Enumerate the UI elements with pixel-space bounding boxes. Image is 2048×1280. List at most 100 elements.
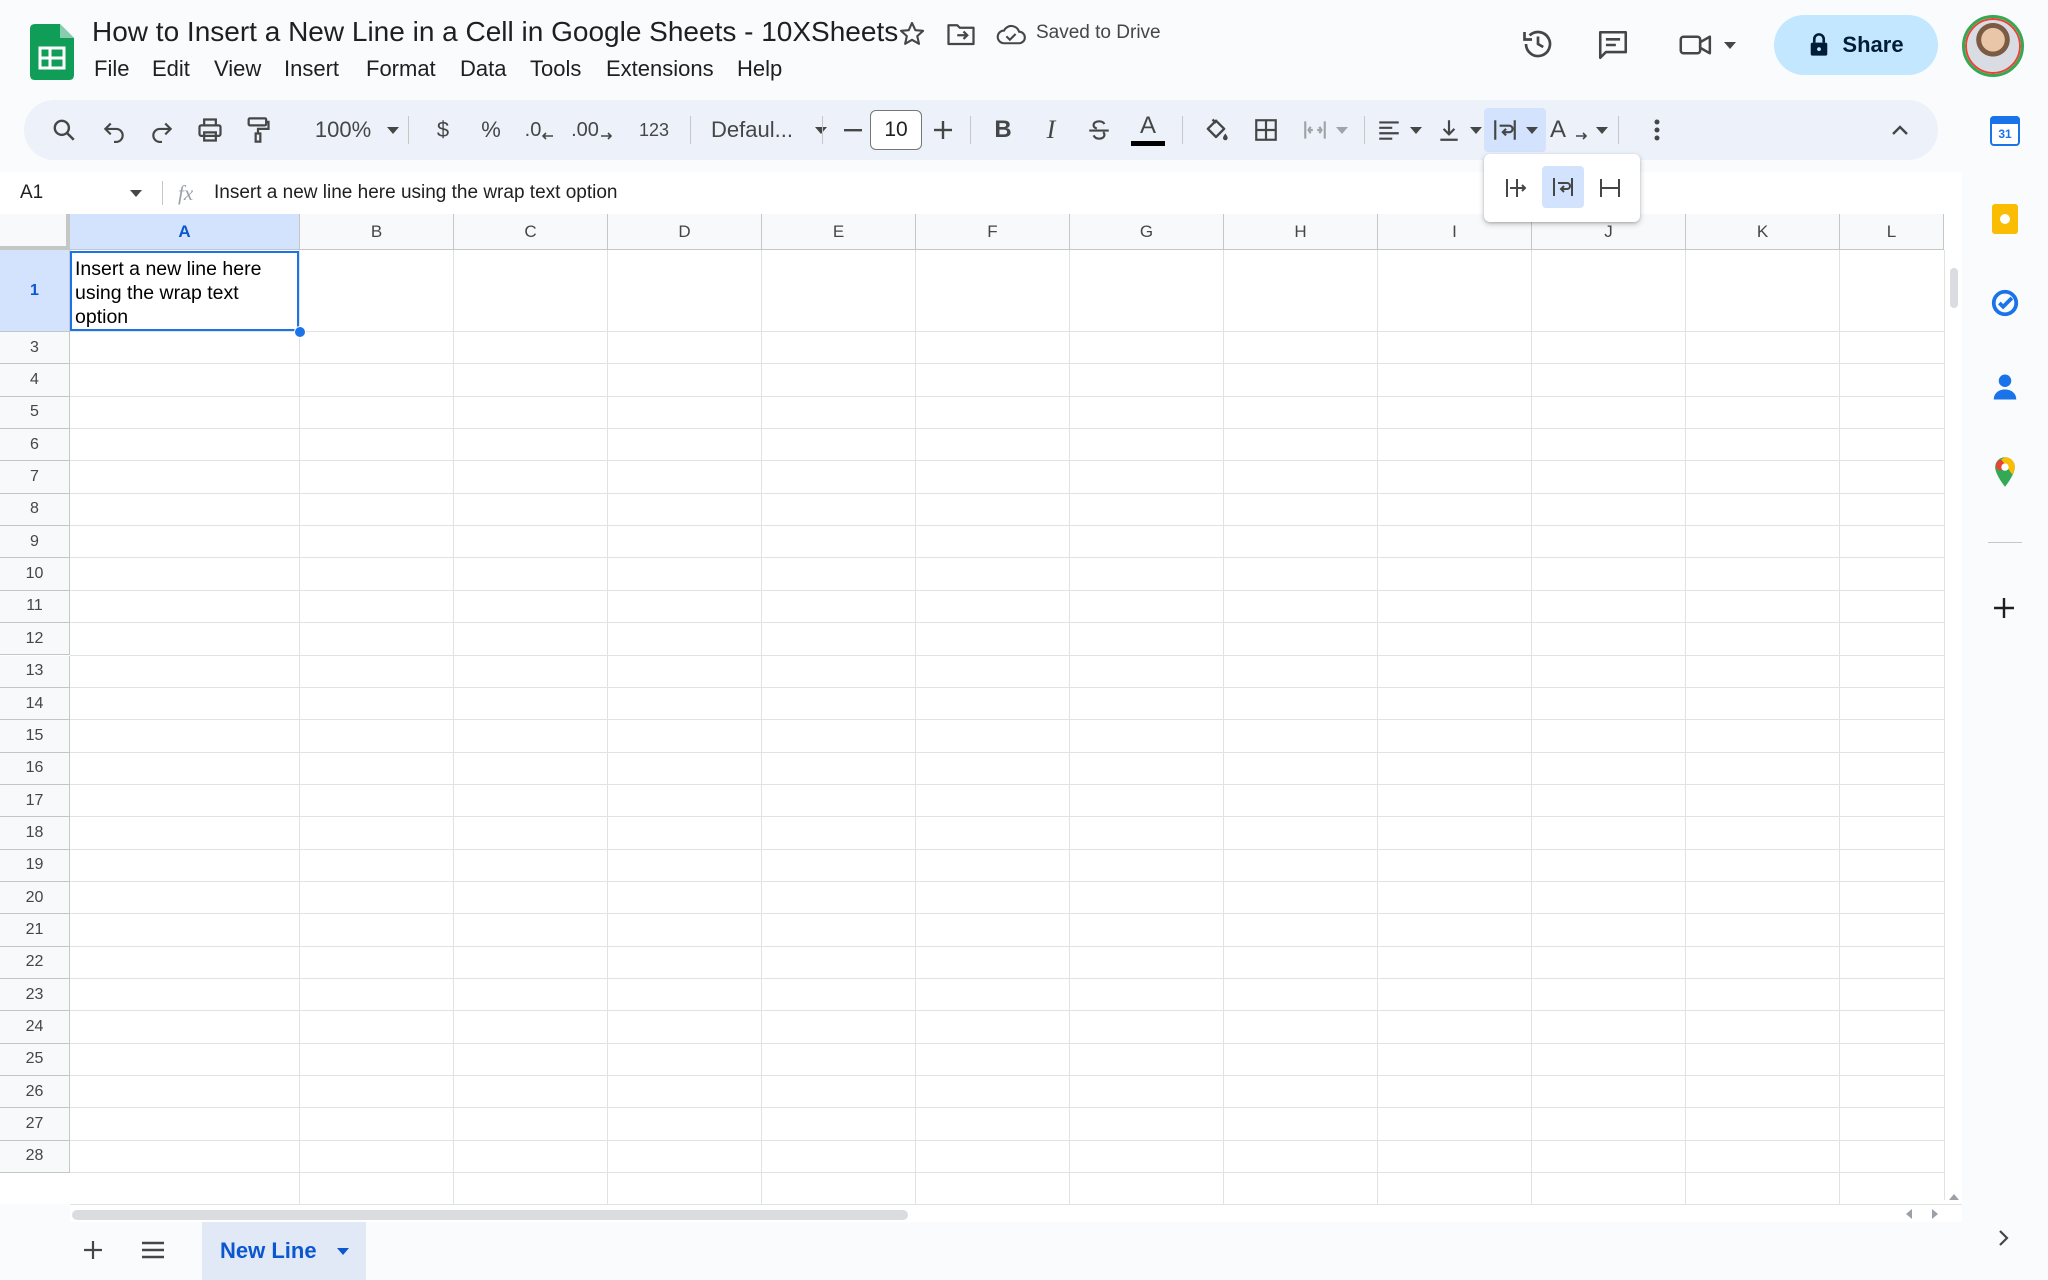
- wrap-clip-icon[interactable]: [1590, 168, 1630, 208]
- menu-file[interactable]: File: [94, 56, 129, 82]
- increase-font-size-icon[interactable]: [926, 100, 960, 160]
- fill-handle[interactable]: [294, 326, 306, 338]
- horizontal-scrollbar[interactable]: [70, 1204, 1962, 1222]
- row-header-1[interactable]: 1: [0, 250, 70, 332]
- bold-button[interactable]: B: [982, 100, 1024, 160]
- cell-a1[interactable]: Insert a new line here using the wrap te…: [70, 251, 299, 331]
- menu-extensions[interactable]: Extensions: [606, 56, 714, 82]
- paint-format-icon[interactable]: [238, 100, 278, 160]
- sheets-logo-icon[interactable]: [30, 24, 74, 80]
- italic-button[interactable]: I: [1030, 100, 1072, 160]
- scroll-up-icon[interactable]: [1949, 1194, 1959, 1200]
- row-header-6[interactable]: 6: [0, 429, 70, 462]
- row-header-9[interactable]: 9: [0, 526, 70, 559]
- row-header-3[interactable]: 3: [0, 332, 70, 365]
- undo-icon[interactable]: [94, 100, 134, 160]
- percent-button[interactable]: %: [474, 100, 508, 160]
- font-size-input[interactable]: 10: [870, 110, 922, 150]
- text-color-button[interactable]: A: [1126, 100, 1170, 160]
- vertical-scrollbar[interactable]: [1944, 250, 1962, 1200]
- row-header-17[interactable]: 17: [0, 784, 70, 818]
- fill-color-icon[interactable]: [1194, 100, 1238, 160]
- vertical-scrollbar-thumb[interactable]: [1950, 268, 1958, 308]
- row-header-20[interactable]: 20: [0, 881, 70, 915]
- wrap-overflow-icon[interactable]: [1496, 168, 1536, 208]
- row-header-25[interactable]: 25: [0, 1043, 70, 1077]
- row-header-21[interactable]: 21: [0, 914, 70, 947]
- row-header-27[interactable]: 27: [0, 1108, 70, 1141]
- share-button[interactable]: Share: [1774, 15, 1938, 75]
- print-icon[interactable]: [190, 100, 230, 160]
- row-header-10[interactable]: 10: [0, 558, 70, 591]
- cloud-saved-icon[interactable]: [996, 22, 1026, 46]
- sheet-tab-caret-icon[interactable]: [336, 1247, 349, 1255]
- row-header-18[interactable]: 18: [0, 817, 70, 850]
- row-header-19[interactable]: 19: [0, 849, 70, 882]
- zoom-select[interactable]: 100%: [294, 100, 420, 160]
- meet-icon[interactable]: [1678, 28, 1736, 62]
- menu-view[interactable]: View: [214, 56, 261, 82]
- menu-help[interactable]: Help: [737, 56, 782, 82]
- scroll-left-icon[interactable]: [1906, 1209, 1912, 1219]
- number-format-button[interactable]: 123: [628, 100, 680, 160]
- column-header-e[interactable]: E: [762, 214, 916, 250]
- formula-input[interactable]: Insert a new line here using the wrap te…: [214, 182, 617, 204]
- show-side-panel-icon[interactable]: [1996, 1228, 2010, 1248]
- text-rotation-button[interactable]: A: [1548, 100, 1610, 160]
- menu-insert[interactable]: Insert: [284, 56, 339, 82]
- increase-decimal-button[interactable]: .00: [566, 100, 618, 160]
- column-header-f[interactable]: F: [916, 214, 1070, 250]
- menu-tools[interactable]: Tools: [530, 56, 581, 82]
- borders-icon[interactable]: [1244, 100, 1288, 160]
- column-header-k[interactable]: K: [1686, 214, 1840, 250]
- menu-edit[interactable]: Edit: [152, 56, 190, 82]
- decrease-font-size-icon[interactable]: [836, 100, 870, 160]
- row-header-5[interactable]: 5: [0, 396, 70, 430]
- row-header-14[interactable]: 14: [0, 687, 70, 721]
- version-history-icon[interactable]: [1520, 26, 1556, 62]
- column-header-g[interactable]: G: [1070, 214, 1224, 250]
- collapse-menus-icon[interactable]: [1880, 100, 1920, 160]
- avatar[interactable]: [1962, 15, 2024, 77]
- row-header-4[interactable]: 4: [0, 364, 70, 397]
- currency-button[interactable]: $: [426, 100, 460, 160]
- row-header-26[interactable]: 26: [0, 1076, 70, 1109]
- row-header-15[interactable]: 15: [0, 720, 70, 753]
- column-header-c[interactable]: C: [454, 214, 608, 250]
- get-addons-icon[interactable]: [1992, 596, 2016, 620]
- row-header-11[interactable]: 11: [0, 590, 70, 624]
- keep-icon[interactable]: [1992, 204, 2018, 234]
- document-title[interactable]: How to Insert a New Line in a Cell in Go…: [92, 16, 898, 48]
- calendar-icon[interactable]: 31: [1990, 116, 2020, 146]
- move-folder-icon[interactable]: [946, 20, 976, 48]
- comments-icon[interactable]: [1596, 28, 1630, 62]
- maps-icon[interactable]: [1992, 456, 2018, 488]
- select-all-corner[interactable]: [0, 214, 70, 250]
- column-header-b[interactable]: B: [300, 214, 454, 250]
- horizontal-align-icon[interactable]: [1368, 100, 1430, 160]
- row-header-28[interactable]: 28: [0, 1140, 70, 1174]
- column-header-d[interactable]: D: [608, 214, 762, 250]
- row-header-24[interactable]: 24: [0, 1011, 70, 1044]
- font-select[interactable]: Defaul...: [704, 100, 834, 160]
- tasks-icon[interactable]: [1990, 288, 2020, 318]
- more-options-icon[interactable]: [1642, 100, 1672, 160]
- contacts-icon[interactable]: [1992, 372, 2018, 402]
- all-sheets-icon[interactable]: [140, 1240, 166, 1260]
- menu-format[interactable]: Format: [366, 56, 436, 82]
- column-header-a[interactable]: A: [70, 214, 300, 250]
- search-menus-icon[interactable]: [44, 100, 84, 160]
- row-header-13[interactable]: 13: [0, 655, 70, 688]
- strikethrough-icon[interactable]: [1078, 100, 1120, 160]
- row-header-16[interactable]: 16: [0, 752, 70, 785]
- row-header-23[interactable]: 23: [0, 979, 70, 1012]
- row-header-12[interactable]: 12: [0, 623, 70, 656]
- menu-data[interactable]: Data: [460, 56, 506, 82]
- add-sheet-icon[interactable]: [82, 1239, 104, 1261]
- row-header-8[interactable]: 8: [0, 493, 70, 527]
- name-box[interactable]: A1: [0, 172, 156, 214]
- column-header-l[interactable]: L: [1840, 214, 1944, 250]
- wrap-wrap-icon[interactable]: [1542, 166, 1584, 208]
- column-header-h[interactable]: H: [1224, 214, 1378, 250]
- row-header-22[interactable]: 22: [0, 946, 70, 979]
